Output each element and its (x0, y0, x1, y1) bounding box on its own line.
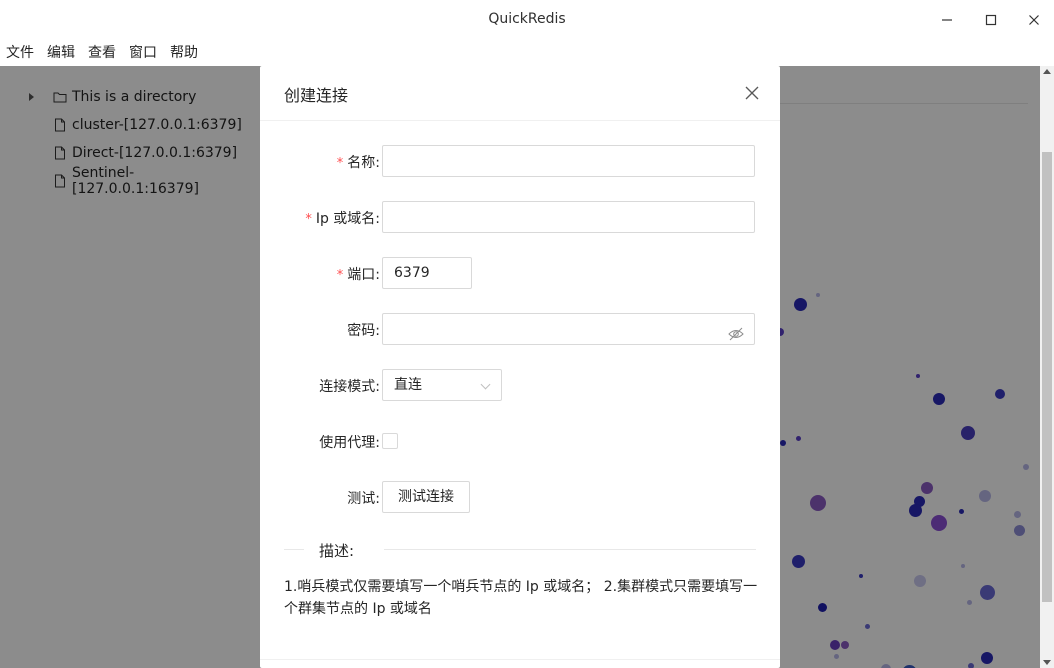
mode-label-text: 连接模式 (319, 379, 376, 395)
mode-label: 连接模式: (260, 376, 380, 396)
label-colon: : (375, 323, 380, 339)
label-colon: : (375, 379, 380, 395)
host-label-text: Ip 或域名 (315, 211, 376, 227)
window-title: QuickRedis (488, 11, 566, 27)
modal-header: 创建连接 (260, 66, 780, 121)
description-divider-title: 描述: (319, 542, 355, 560)
maximize-icon (985, 14, 997, 26)
menu-window[interactable]: 窗口 (129, 40, 157, 66)
label-colon: : (375, 211, 380, 227)
scroll-down-arrow-icon[interactable] (1043, 660, 1051, 665)
modal-close-button[interactable] (743, 84, 761, 102)
test-connection-button[interactable]: 测试连接 (382, 481, 470, 513)
required-mark: * (336, 156, 344, 171)
name-label-text: 名称 (347, 155, 376, 171)
menu-file[interactable]: 文件 (6, 40, 34, 66)
proxy-checkbox[interactable] (382, 433, 398, 449)
title-bar: QuickRedis (0, 0, 1054, 40)
test-label-text: 测试 (347, 491, 376, 507)
required-mark: * (305, 212, 312, 227)
host-input[interactable] (382, 201, 755, 233)
menu-view[interactable]: 查看 (88, 40, 116, 66)
mode-select[interactable]: 直连 (382, 369, 502, 401)
password-label-text: 密码 (347, 323, 376, 339)
label-colon: : (375, 435, 380, 451)
mode-select-value: 直连 (394, 377, 422, 393)
create-connection-modal: 创建连接 * 名称: * Ip 或域名: * 端口: 6379 密码: 连接模式… (260, 66, 780, 668)
label-colon: : (375, 267, 380, 283)
name-label: * 名称: (260, 152, 380, 172)
proxy-label: 使用代理: (260, 432, 380, 452)
modal-title: 创建连接 (284, 86, 349, 105)
minimize-button[interactable] (935, 10, 959, 30)
menu-help[interactable]: 帮助 (170, 40, 198, 66)
port-label-text: 端口 (347, 267, 376, 283)
divider-line (384, 549, 756, 550)
chevron-down-icon (480, 379, 491, 390)
password-label: 密码: (260, 320, 380, 340)
minimize-icon (942, 19, 952, 21)
menu-edit[interactable]: 编辑 (47, 40, 75, 66)
port-input[interactable]: 6379 (382, 257, 472, 289)
port-label: * 端口: (260, 264, 380, 284)
description-text: 1.哨兵模式仅需要填写一个哨兵节点的 Ip 或域名； 2.集群模式只需要填写一个… (284, 579, 758, 617)
modal-footer-divider (260, 659, 780, 660)
label-colon: : (375, 491, 380, 507)
close-window-button[interactable] (1022, 10, 1046, 30)
label-colon: : (375, 155, 380, 171)
maximize-button[interactable] (979, 10, 1003, 30)
menu-bar: 文件 编辑 查看 窗口 帮助 (0, 40, 1054, 66)
password-input[interactable] (382, 313, 755, 345)
scroll-up-arrow-icon[interactable] (1043, 69, 1051, 74)
name-input[interactable] (382, 145, 755, 177)
app-content: This is a directory cluster-[127.0.0.1:6… (0, 66, 1054, 668)
divider-line (284, 549, 304, 550)
proxy-label-text: 使用代理 (319, 435, 376, 451)
close-icon (1029, 15, 1039, 25)
close-icon (745, 86, 759, 100)
scroll-thumb[interactable] (1042, 152, 1052, 602)
scrollbar[interactable] (1040, 66, 1054, 668)
test-label: 测试: (260, 488, 380, 508)
host-label: * Ip 或域名: (260, 208, 380, 228)
eye-invisible-icon[interactable] (728, 322, 744, 352)
required-mark: * (336, 268, 344, 283)
